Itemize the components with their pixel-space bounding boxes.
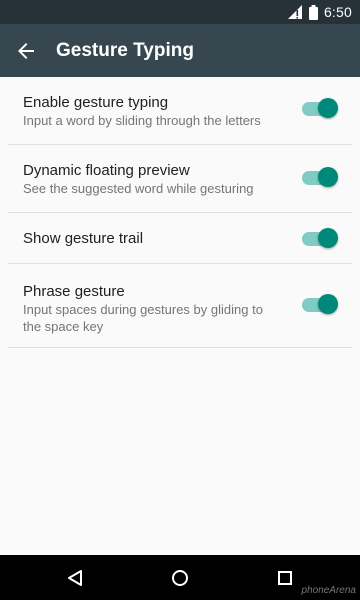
arrow-back-icon (18, 42, 34, 59)
setting-enable-gesture-typing[interactable]: Enable gesture typing Input a word by sl… (8, 77, 352, 145)
setting-text: Dynamic floating preview See the suggest… (8, 145, 352, 197)
circle-home-icon (172, 569, 188, 586)
toggle-thumb (318, 228, 338, 248)
setting-title: Phrase gesture (23, 283, 125, 300)
toggle-thumb (318, 294, 338, 314)
dynamic-floating-preview-toggle[interactable] (302, 167, 338, 189)
setting-title: Show gesture trail (23, 230, 144, 247)
nav-back-button[interactable] (45, 555, 105, 600)
settings-list: Enable gesture typing Input a word by sl… (8, 77, 352, 348)
watermark-logo: phoneArena (301, 585, 357, 596)
setting-dynamic-floating-preview[interactable]: Dynamic floating preview See the suggest… (8, 145, 352, 213)
setting-title: Dynamic floating preview (23, 162, 190, 179)
battery-icon (308, 4, 318, 20)
app-bar: Gesture Typing (0, 24, 360, 77)
page-title: Gesture Typing (56, 39, 194, 61)
gesture-typing-screen: 6:50 Gesture Typing Enable gesture typin… (0, 0, 360, 600)
setting-show-gesture-trail[interactable]: Show gesture trail (8, 213, 352, 264)
setting-summary: Input spaces during gestures by gliding … (23, 302, 263, 334)
status-bar: 6:50 (0, 0, 360, 24)
cell-signal-icon (287, 5, 302, 19)
setting-summary: See the suggested word while gesturing (23, 181, 254, 196)
toggle-thumb (318, 98, 338, 118)
status-time: 6:50 (323, 4, 352, 20)
show-gesture-trail-toggle[interactable] (302, 228, 338, 250)
phrase-gesture-toggle[interactable] (302, 294, 338, 316)
back-button[interactable] (0, 24, 52, 77)
setting-title: Enable gesture typing (23, 94, 169, 111)
setting-text: Phrase gesture Input spaces during gestu… (8, 264, 352, 335)
setting-summary: Input a word by sliding through the lett… (23, 113, 261, 128)
square-recents-icon (278, 570, 292, 585)
nav-home-button[interactable] (150, 555, 210, 600)
triangle-back-icon (68, 569, 82, 586)
status-icons: 6:50 (287, 0, 352, 24)
navigation-bar: phoneArena (0, 555, 360, 600)
toggle-thumb (318, 167, 338, 187)
setting-text: Enable gesture typing Input a word by sl… (8, 77, 352, 129)
setting-phrase-gesture[interactable]: Phrase gesture Input spaces during gestu… (8, 264, 352, 348)
enable-gesture-typing-toggle[interactable] (302, 98, 338, 120)
setting-text: Show gesture trail (8, 213, 352, 248)
